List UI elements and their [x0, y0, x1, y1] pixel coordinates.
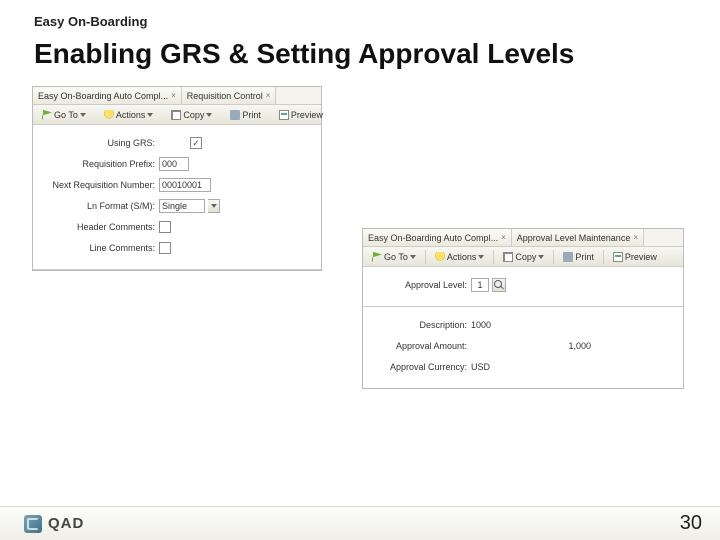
header-comments-checkbox[interactable]	[159, 221, 171, 233]
copy-button[interactable]: Copy	[166, 108, 217, 122]
actions-button[interactable]: Actions	[430, 250, 490, 264]
brand-text: QAD	[48, 515, 84, 532]
page-number: 30	[680, 512, 702, 535]
header-comments-label: Header Comments:	[41, 222, 159, 232]
bulb-icon	[435, 252, 445, 262]
copy-icon	[503, 252, 513, 262]
description-value: 1000	[471, 320, 491, 330]
approval-amount-value: 1,000	[568, 341, 591, 351]
brand-logo: QAD	[24, 515, 84, 533]
preview-label: Preview	[291, 110, 323, 120]
copy-button[interactable]: Copy	[498, 250, 549, 264]
chevron-down-icon[interactable]	[208, 199, 220, 213]
close-icon[interactable]: ×	[171, 91, 176, 100]
approval-level-panel: Easy On-Boarding Auto Compl... × Approva…	[362, 228, 684, 389]
page-title: Enabling GRS & Setting Approval Levels	[34, 38, 574, 70]
line-comments-label: Line Comments:	[41, 243, 159, 253]
using-grs-label: Using GRS:	[41, 138, 159, 148]
bulb-icon	[104, 110, 114, 120]
tab-bar: Easy On-Boarding Auto Compl... × Requisi…	[33, 87, 321, 105]
chevron-down-icon	[206, 113, 212, 117]
copy-label: Copy	[183, 110, 204, 120]
ln-format-value: Single	[159, 199, 205, 213]
preview-button[interactable]: Preview	[608, 250, 662, 264]
actions-label: Actions	[447, 252, 477, 262]
approval-amount-label: Approval Amount:	[371, 341, 471, 351]
footer: QAD 30	[0, 506, 720, 540]
toolbar-divider	[493, 250, 494, 264]
tab-easy-onboarding[interactable]: Easy On-Boarding Auto Compl... ×	[363, 229, 512, 246]
toolbar: Go To Actions Copy Print Preview	[33, 105, 321, 125]
next-requisition-label: Next Requisition Number:	[41, 180, 159, 190]
approval-level-label: Approval Level:	[371, 280, 471, 290]
search-icon	[494, 280, 504, 290]
tab-bar: Easy On-Boarding Auto Compl... × Approva…	[363, 229, 683, 247]
ln-format-select[interactable]: Single	[159, 199, 220, 213]
tab-label: Easy On-Boarding Auto Compl...	[38, 91, 168, 101]
preview-label: Preview	[625, 252, 657, 262]
tab-easy-onboarding[interactable]: Easy On-Boarding Auto Compl... ×	[33, 87, 182, 104]
line-comments-checkbox[interactable]	[159, 242, 171, 254]
copy-icon	[171, 110, 181, 120]
tab-label: Easy On-Boarding Auto Compl...	[368, 233, 498, 243]
print-button[interactable]: Print	[225, 108, 266, 122]
goto-button[interactable]: Go To	[37, 108, 91, 122]
flag-icon	[42, 110, 52, 120]
chevron-down-icon	[538, 255, 544, 259]
form-details: Description: 1000 Approval Amount: 1,000…	[363, 307, 683, 388]
approval-level-input[interactable]: 1	[471, 278, 489, 292]
preview-icon	[613, 252, 623, 262]
print-icon	[230, 110, 240, 120]
goto-label: Go To	[384, 252, 408, 262]
logo-icon	[24, 515, 42, 533]
tab-requisition-control[interactable]: Requisition Control ×	[182, 87, 277, 104]
description-label: Description:	[371, 320, 471, 330]
approval-currency-value: USD	[471, 362, 490, 372]
actions-label: Actions	[116, 110, 146, 120]
flag-icon	[372, 252, 382, 262]
chevron-down-icon	[147, 113, 153, 117]
chevron-down-icon	[80, 113, 86, 117]
toolbar: Go To Actions Copy Print Preview	[363, 247, 683, 267]
print-label: Print	[242, 110, 261, 120]
print-label: Print	[575, 252, 594, 262]
goto-button[interactable]: Go To	[367, 250, 421, 264]
section-header: Easy On-Boarding	[34, 14, 147, 29]
print-icon	[563, 252, 573, 262]
preview-button[interactable]: Preview	[274, 108, 328, 122]
copy-label: Copy	[515, 252, 536, 262]
chevron-down-icon	[410, 255, 416, 259]
print-button[interactable]: Print	[558, 250, 599, 264]
chevron-down-icon	[478, 255, 484, 259]
tab-label: Requisition Control	[187, 91, 263, 101]
preview-icon	[279, 110, 289, 120]
close-icon[interactable]: ×	[266, 91, 271, 100]
goto-label: Go To	[54, 110, 78, 120]
close-icon[interactable]: ×	[501, 233, 506, 242]
form-area: Approval Level: 1	[363, 267, 683, 307]
approval-currency-label: Approval Currency:	[371, 362, 471, 372]
form-area: Using GRS: ✓ Requisition Prefix: 000 Nex…	[33, 125, 321, 270]
toolbar-divider	[603, 250, 604, 264]
toolbar-divider	[553, 250, 554, 264]
next-requisition-input[interactable]: 00010001	[159, 178, 211, 192]
actions-button[interactable]: Actions	[99, 108, 159, 122]
close-icon[interactable]: ×	[633, 233, 638, 242]
toolbar-divider	[425, 250, 426, 264]
requisition-prefix-label: Requisition Prefix:	[41, 159, 159, 169]
using-grs-checkbox[interactable]: ✓	[190, 137, 202, 149]
tab-approval-level-maintenance[interactable]: Approval Level Maintenance ×	[512, 229, 644, 246]
requisition-prefix-input[interactable]: 000	[159, 157, 189, 171]
requisition-control-panel: Easy On-Boarding Auto Compl... × Requisi…	[32, 86, 322, 271]
tab-label: Approval Level Maintenance	[517, 233, 631, 243]
lookup-button[interactable]	[492, 278, 506, 292]
ln-format-label: Ln Format (S/M):	[41, 201, 159, 211]
